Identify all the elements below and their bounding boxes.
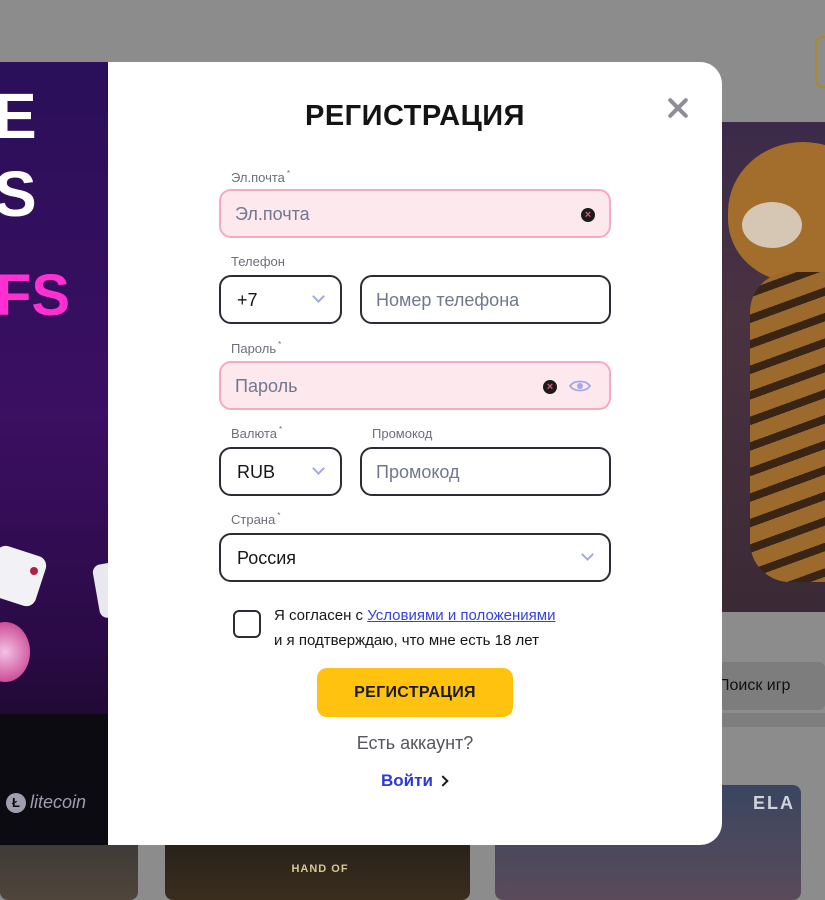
header-button-partial [815,36,825,88]
email-placeholder: Эл.почта [235,204,310,224]
country-label: Страна * [231,511,281,527]
email-label: Эл.почта * [231,169,291,185]
modal-title: РЕГИСТРАЦИЯ [304,100,525,132]
tiger-body [750,272,825,582]
promo-fs-text: FS [0,263,71,328]
country-value: Россия [237,548,297,568]
game-search-bar: Поиск игр [718,662,825,710]
chevron-down-icon [312,462,325,475]
phone-code-select[interactable]: +7 [219,275,342,324]
password-placeholder: Пароль [235,376,298,396]
register-button[interactable]: РЕГИСТРАЦИЯ [317,668,513,717]
terms-text: Я согласен с Условиями и положениями и я… [274,607,556,649]
promo-footer [0,714,120,845]
game-banner-tiger [720,122,825,612]
phone-code-value: +7 [237,290,258,310]
dice-pip [30,567,38,575]
game-tile-logo: ELA [753,793,795,813]
promo-letter: E [0,80,37,152]
clear-icon[interactable]: × [581,208,595,222]
currency-value: RUB [237,462,276,482]
litecoin-logo: Ł litecoin [6,792,86,813]
currency-select[interactable]: RUB [219,447,342,496]
chevron-down-icon [581,548,594,561]
casino-chip-icon [0,622,30,682]
litecoin-label: litecoin [30,792,87,812]
password-label: Пароль * [231,340,282,356]
email-field[interactable]: Эл.почта × [219,189,611,238]
terms-link[interactable]: Условиями и положениями [367,607,555,624]
dice-icon [0,543,49,609]
promo-code-label: Промокод [372,426,433,441]
phone-label: Телефон [231,254,285,269]
game-tile-title: HAND OF [291,863,349,875]
have-account-text: Есть аккаунт? [356,733,474,753]
currency-label: Валюта * [231,425,283,441]
country-select[interactable]: Россия [219,533,611,582]
phone-number-input[interactable]: Номер телефона [360,275,611,324]
phone-number-placeholder: Номер телефона [376,290,520,310]
login-link[interactable]: Войти [381,771,449,791]
promo-code-placeholder: Промокод [376,462,460,482]
promo-banner: E S FS Ł litecoin [0,62,120,845]
litecoin-icon: Ł [6,792,26,813]
login-label: Войти [381,771,433,790]
game-search-label: Поиск игр [718,677,791,694]
password-field[interactable]: Пароль × [219,361,611,410]
promo-code-input[interactable]: Промокод [360,447,611,496]
chevron-right-icon [437,775,449,787]
background-divider [718,713,825,727]
registration-modal: РЕГИСТРАЦИЯ Эл.почта * Эл.почта × Телефон… [108,62,722,845]
eye-icon[interactable] [569,379,591,393]
clear-icon[interactable]: × [543,380,557,394]
close-icon[interactable] [664,94,692,122]
terms-checkbox[interactable] [233,610,261,638]
chevron-down-icon [312,290,325,303]
tiger-muzzle [742,202,802,248]
promo-letter: S [0,158,37,230]
